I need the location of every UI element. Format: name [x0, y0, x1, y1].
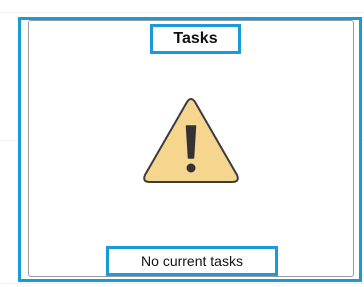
page: Tasks No current tasks — [0, 0, 364, 287]
empty-message-highlight: No current tasks — [106, 246, 278, 276]
tile-title: Tasks — [173, 30, 218, 47]
warning-triangle-icon — [143, 98, 239, 183]
background-line — [0, 12, 364, 13]
background-line — [0, 283, 364, 284]
empty-state-message: No current tasks — [141, 253, 243, 269]
exclamation-mark-stem — [185, 125, 197, 159]
exclamation-mark-dot — [186, 163, 196, 173]
tile-title-highlight: Tasks — [150, 24, 241, 54]
